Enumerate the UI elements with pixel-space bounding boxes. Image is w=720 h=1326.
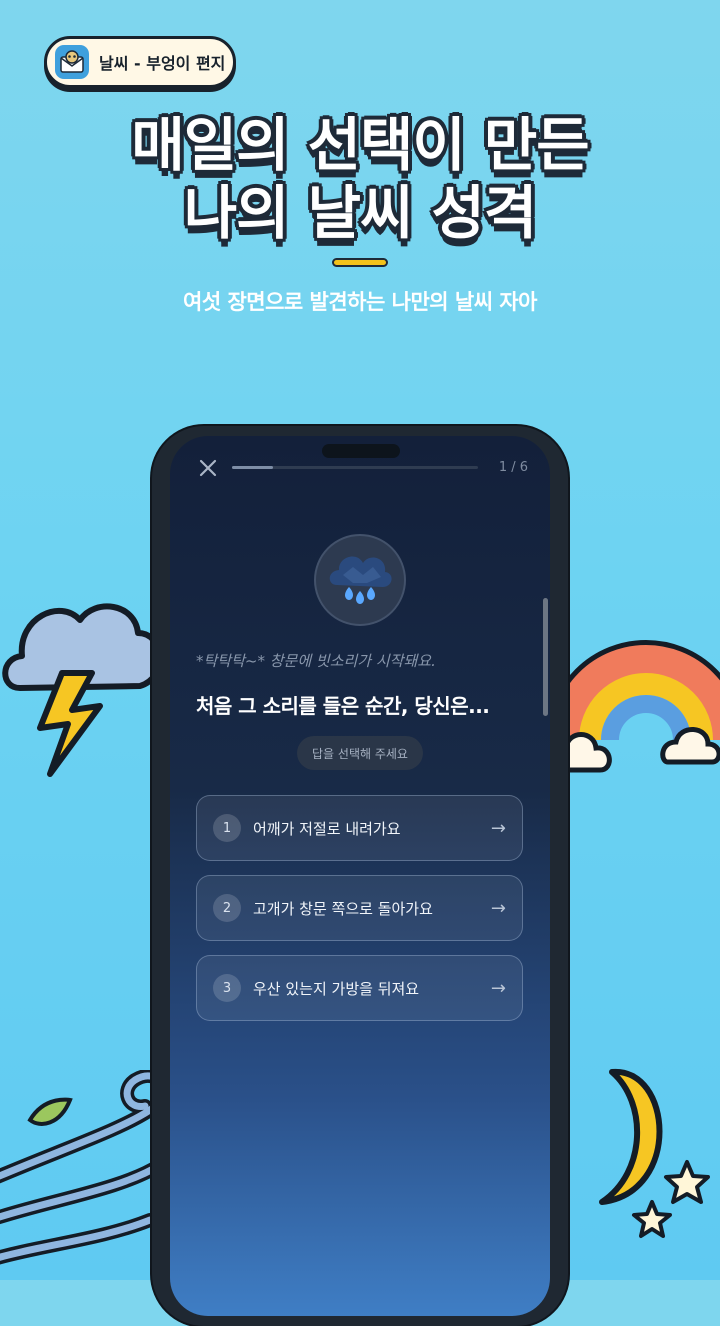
phone-notch [322,444,400,458]
badge-label: 날씨 - 부엉이 편지 [99,54,226,73]
thunder-cloud-icon [2,603,163,777]
close-button[interactable] [196,456,220,480]
option-label: 어깨가 저절로 내려가요 [253,819,401,838]
progress-fill [232,466,273,469]
phone-scrollbar[interactable] [543,598,548,716]
subtitle: 여섯 장면으로 발견하는 나만의 날씨 자아 [183,290,538,314]
close-icon [199,459,217,477]
answer-option-2[interactable]: 2 고개가 창문 쪽으로 돌아가요 → [196,875,523,941]
scene-description: *탁탁탁~* 창문에 빗소리가 시작돼요. [196,652,436,670]
rainbow-icon [556,640,720,773]
headline-divider [332,258,388,267]
option-number: 1 [213,814,241,842]
arrow-right-icon: → [490,897,506,919]
moon-stars-icon [599,1068,710,1238]
option-label: 우산 있는지 가방을 뒤져요 [253,979,420,998]
app-badge: 날씨 - 부엉이 편지 [44,36,236,88]
owl-envelope-icon [55,45,89,79]
scene-icon-container [314,534,406,626]
option-number: 3 [213,974,241,1002]
headline-line-2: 나의 날씨 성격 [183,179,538,247]
headline-line-1: 매일의 선택이 만든 [131,111,589,179]
option-label: 고개가 창문 쪽으로 돌아가요 [253,899,433,918]
answer-option-3[interactable]: 3 우산 있는지 가방을 뒤져요 → [196,955,523,1021]
arrow-right-icon: → [490,977,506,999]
progress-count: 1 / 6 [498,460,528,475]
answer-hint: 답을 선택해 주세요 [297,736,423,770]
question-text: 처음 그 소리를 들은 순간, 당신은... [196,694,490,718]
answer-option-1[interactable]: 1 어깨가 저절로 내려가요 → [196,795,523,861]
progress-bar [232,466,478,469]
arrow-right-icon: → [490,817,506,839]
rain-cloud-icon [329,556,392,604]
option-number: 2 [213,894,241,922]
